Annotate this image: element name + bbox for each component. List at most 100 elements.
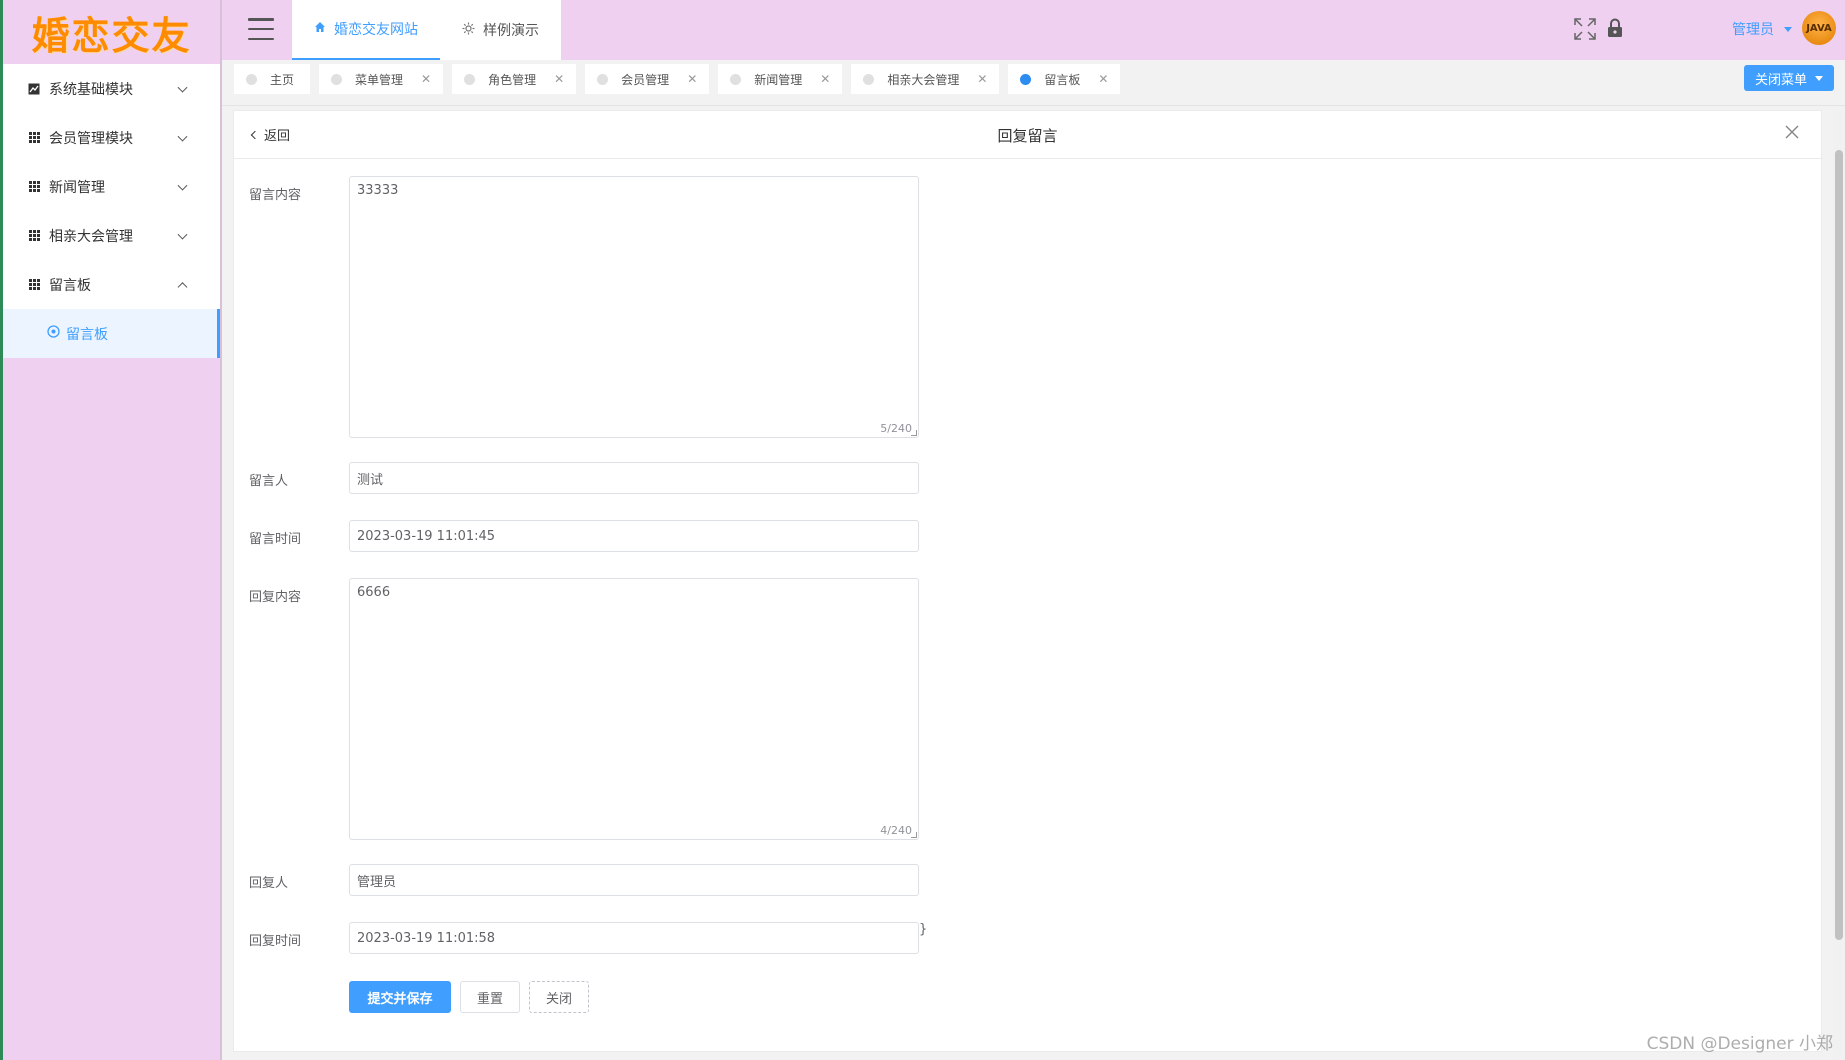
page-tab-label: 主页	[270, 72, 295, 87]
avatar[interactable]: JAVA	[1802, 11, 1836, 45]
close-menu-button[interactable]: 关闭菜单	[1744, 65, 1834, 91]
gear-icon	[47, 325, 60, 342]
status-dot-icon	[863, 73, 875, 85]
status-dot-icon	[331, 73, 343, 85]
form-actions: 提交并保存 重置 关闭	[349, 981, 589, 1013]
form-row-replier: 回复人 管理员	[249, 864, 919, 896]
logo-text: 婚恋交友	[31, 13, 192, 58]
scrollbar[interactable]	[1833, 110, 1845, 1060]
page-tabs-bar: 主页 菜单管理 ✕ 角色管理 ✕ 会员管理 ✕ 新闻管理 ✕ 相亲大会管理 ✕	[222, 60, 1845, 106]
status-dot-icon	[1020, 73, 1032, 85]
char-count: 5/240	[880, 422, 912, 435]
sidebar-item-label: 相亲大会管理	[49, 228, 133, 245]
grid-icon	[27, 131, 41, 145]
message-time-label: 留言时间	[249, 532, 302, 547]
close-menu-label: 关闭菜单	[1754, 72, 1807, 88]
hamburger-menu-icon[interactable]	[248, 18, 274, 40]
page-tabs: 主页 菜单管理 ✕ 角色管理 ✕ 会员管理 ✕ 新闻管理 ✕ 相亲大会管理 ✕	[234, 64, 1129, 98]
sidebar-item-label: 系统基础模块	[49, 81, 133, 98]
reply-content-textarea[interactable]: 6666 4/240	[349, 578, 919, 840]
chevron-down-icon	[177, 131, 188, 142]
reply-time-value: 2023-03-19 11:01:58	[357, 930, 496, 946]
form-row-reply-time: 回复时间 2023-03-19 11:01:58 }	[249, 922, 927, 954]
status-dot-icon	[464, 73, 476, 85]
sidebar-item-news[interactable]: 新闻管理	[3, 162, 220, 211]
resize-handle[interactable]	[911, 832, 917, 838]
author-value: 测试	[357, 472, 384, 488]
sidebar-item-label: 留言板	[49, 277, 91, 294]
submit-save-button[interactable]: 提交并保存	[349, 981, 451, 1013]
message-time-input[interactable]: 2023-03-19 11:01:45	[349, 520, 919, 552]
sidebar-subitem-messageboard[interactable]: 留言板	[3, 309, 220, 358]
avatar-text: JAVA	[1806, 22, 1832, 34]
sidebar-item-messageboard[interactable]: 留言板	[3, 260, 220, 309]
sidebar-item-matchmaking[interactable]: 相亲大会管理	[3, 211, 220, 260]
author-input[interactable]: 测试	[349, 462, 919, 494]
caret-down-icon	[1784, 26, 1792, 32]
sidebar-subitem-label: 留言板	[66, 326, 108, 343]
tab-website[interactable]: 婚恋交友网站	[292, 0, 440, 60]
topbar: 婚恋交友网站 样例演示 管理员 JAVA	[222, 0, 1845, 60]
page-tab-roles[interactable]: 角色管理 ✕	[452, 64, 577, 94]
sidebar: 婚恋交友 系统基础模块 会员管理模块 新闻管理 相亲大会管理 留言板 留言板	[0, 0, 222, 1060]
logo[interactable]: 婚恋交友	[3, 0, 220, 64]
scrollbar-thumb[interactable]	[1835, 150, 1843, 940]
chevron-down-icon	[177, 229, 188, 240]
form-row-author: 留言人 测试	[249, 462, 919, 494]
grid-icon	[27, 278, 41, 292]
card-header: 返回 回复留言	[234, 111, 1821, 159]
tab-demo[interactable]: 样例演示	[440, 0, 561, 60]
page-tab-label: 相亲大会管理	[887, 72, 960, 87]
lock-icon[interactable]	[1607, 18, 1625, 40]
reset-button[interactable]: 重置	[460, 981, 520, 1013]
replier-value: 管理员	[357, 874, 397, 890]
page-tab-label: 菜单管理	[355, 72, 404, 87]
author-label: 留言人	[249, 474, 289, 489]
replier-input[interactable]: 管理员	[349, 864, 919, 896]
chevron-up-icon	[177, 281, 188, 292]
tab-label: 样例演示	[483, 23, 539, 39]
status-dot-icon	[597, 73, 609, 85]
close-icon[interactable]: ✕	[1098, 72, 1108, 86]
grid-icon	[27, 229, 41, 243]
close-button[interactable]: 关闭	[529, 981, 589, 1013]
admin-dropdown[interactable]: 管理员	[1732, 19, 1792, 39]
close-icon[interactable]	[1785, 125, 1801, 141]
page-tab-label: 新闻管理	[754, 72, 803, 87]
resize-handle[interactable]	[911, 430, 917, 436]
page-tab-menu[interactable]: 菜单管理 ✕	[319, 64, 444, 94]
replier-label: 回复人	[249, 876, 289, 891]
message-content-value: 33333	[357, 183, 399, 198]
sidebar-menu: 系统基础模块 会员管理模块 新闻管理 相亲大会管理 留言板 留言板	[3, 64, 220, 358]
sun-icon	[462, 22, 475, 39]
page-tab-home[interactable]: 主页	[234, 64, 311, 94]
chevron-down-icon	[177, 180, 188, 191]
char-count: 4/240	[880, 824, 912, 837]
close-icon[interactable]: ✕	[687, 72, 697, 86]
close-icon[interactable]: ✕	[977, 72, 987, 86]
sidebar-item-label: 会员管理模块	[49, 130, 133, 147]
page-tab-messageboard[interactable]: 留言板 ✕	[1008, 64, 1121, 94]
sidebar-item-members[interactable]: 会员管理模块	[3, 113, 220, 162]
chart-icon	[27, 82, 41, 96]
page-tab-news[interactable]: 新闻管理 ✕	[718, 64, 843, 94]
tab-label: 婚恋交友网站	[334, 22, 418, 38]
page-title: 回复留言	[997, 127, 1058, 145]
close-icon[interactable]: ✕	[820, 72, 830, 86]
fullscreen-icon[interactable]	[1574, 18, 1596, 40]
page-tab-matchmaking[interactable]: 相亲大会管理 ✕	[851, 64, 1000, 94]
page-tab-members[interactable]: 会员管理 ✕	[585, 64, 710, 94]
page-tab-label: 角色管理	[488, 72, 537, 87]
reply-time-input[interactable]: 2023-03-19 11:01:58	[349, 922, 919, 954]
form-row-message-content: 留言内容 33333 5/240	[249, 176, 919, 438]
watermark: CSDN @Designer 小郑	[1646, 1034, 1833, 1054]
chevron-down-icon	[177, 82, 188, 93]
close-icon[interactable]: ✕	[554, 72, 564, 86]
message-time-value: 2023-03-19 11:01:45	[357, 528, 496, 544]
sidebar-item-system[interactable]: 系统基础模块	[3, 64, 220, 113]
message-content-textarea[interactable]: 33333 5/240	[349, 176, 919, 438]
close-icon[interactable]: ✕	[421, 72, 431, 86]
sidebar-item-label: 新闻管理	[49, 179, 105, 196]
form-row-message-time: 留言时间 2023-03-19 11:01:45	[249, 520, 919, 552]
caret-down-icon	[1815, 75, 1823, 81]
